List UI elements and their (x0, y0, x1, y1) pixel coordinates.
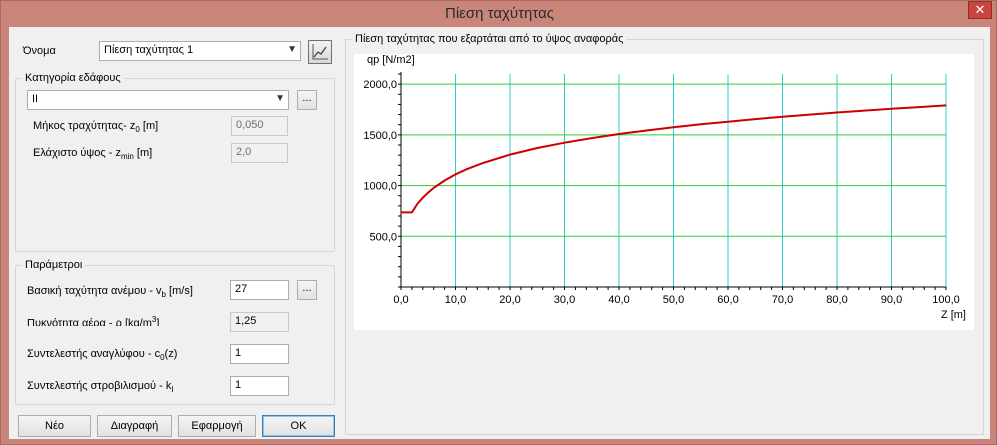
x-tick-label: 100,0 (932, 294, 960, 306)
data-point (454, 173, 457, 175)
roughness-length-label: Μήκος τραχύτητας- z0 [m] (33, 120, 159, 135)
chevron-down-icon: ▼ (287, 44, 297, 55)
air-density-label: Πυκνότητα αέρα - ρ [kg/m3] (27, 315, 160, 326)
data-point (727, 121, 729, 123)
wind-speed-field[interactable]: 27 (230, 280, 289, 300)
terrain-group: Κατηγορία εδάφους II ▼ ... Μήκος τραχύτη… (15, 72, 335, 252)
parameters-group: Παράμετροι Βασική ταχύτητα ανέμου - vb [… (15, 259, 335, 405)
x-tick-label: 40,0 (608, 294, 629, 306)
data-point (422, 197, 424, 199)
name-select[interactable]: Πίεση ταχύτητας 1 ▼ (99, 41, 301, 61)
wind-speed-browse-button[interactable]: ... (297, 280, 317, 300)
turbulence-factor-field[interactable]: 1 (230, 376, 289, 396)
orography-factor-field[interactable]: 1 (230, 344, 289, 364)
data-point (781, 116, 784, 118)
title-bar[interactable]: Πίεση ταχύτητας ✕ (1, 1, 997, 27)
ok-button[interactable]: OK (262, 415, 335, 437)
name-select-value: Πίεση ταχύτητας 1 (104, 44, 194, 56)
x-tick-label: 90,0 (881, 294, 902, 306)
x-tick-label: 0,0 (393, 294, 408, 306)
new-button[interactable]: Νέο (18, 415, 91, 437)
data-point (465, 168, 467, 170)
data-point (754, 118, 756, 120)
parameters-group-legend: Παράμετροι (22, 259, 86, 271)
dialog-client-area: Όνομα Πίεση ταχύτητας 1 ▼ Κατηγορία εδάφ… (9, 27, 990, 439)
y-tick-label: 1500,0 (363, 130, 397, 142)
x-tick-label: 80,0 (826, 294, 847, 306)
data-point (672, 126, 675, 128)
data-point (427, 191, 429, 194)
min-height-label: Ελάχιστο ύψος - zmin [m] (33, 147, 153, 162)
y-tick-label: 500,0 (369, 231, 397, 243)
min-height-field: 2,0 (231, 143, 288, 163)
data-point (809, 114, 811, 116)
show-chart-button[interactable] (308, 40, 332, 64)
data-point (563, 142, 566, 144)
chart-area: 500,0 1000,0 1500,0 2000,0 0,0 10,0 20,0 30,0 40… (354, 54, 974, 330)
wind-speed-label: Βασική ταχύτητα ανέμου - vb [m/s] (27, 285, 193, 300)
terrain-group-legend: Κατηγορία εδάφους (22, 72, 124, 84)
data-point (400, 211, 402, 213)
y-tick-label: 2000,0 (363, 79, 397, 91)
data-point (433, 187, 435, 189)
data-point (945, 104, 947, 106)
roughness-length-field: 0,050 (231, 116, 288, 136)
close-button[interactable]: ✕ (968, 1, 992, 19)
chart-panel: Πίεση ταχύτητας που εξαρτάται από το ύψο… (345, 33, 984, 435)
data-point (509, 154, 511, 156)
x-tick-label: 20,0 (499, 294, 520, 306)
x-tick-label: 10,0 (445, 294, 466, 306)
air-density-field: 1,25 (230, 312, 289, 332)
data-point (416, 203, 418, 205)
data-point (645, 129, 647, 132)
orography-factor-label: Συντελεστής αναγλύφου - c0(z) (27, 348, 178, 363)
turbulence-factor-label: Συντελεστής στροβιλισμού - kI (27, 380, 174, 395)
x-axis-title: Z [m] (941, 309, 966, 321)
data-point (918, 106, 920, 108)
data-point (836, 111, 838, 114)
chevron-down-icon: ▼ (275, 93, 285, 104)
window-title: Πίεση ταχύτητας (445, 5, 554, 22)
terrain-browse-button[interactable]: ... (297, 90, 317, 110)
data-point (536, 147, 538, 149)
data-point (482, 162, 484, 164)
y-tick-label: 1000,0 (363, 181, 397, 193)
terrain-category-value: II (32, 93, 39, 105)
apply-button[interactable]: Εφαρμογή (178, 415, 256, 437)
data-point (700, 123, 702, 125)
line-chart-icon (312, 44, 328, 60)
x-tick-label: 70,0 (772, 294, 793, 306)
y-axis-title: qp [N/m2] (367, 54, 415, 66)
chart-panel-legend: Πίεση ταχύτητας που εξαρτάται από το ύψο… (352, 33, 627, 45)
data-point (890, 108, 893, 110)
name-label: Όνομα (23, 45, 56, 57)
x-tick-label: 60,0 (717, 294, 738, 306)
data-point (411, 211, 413, 213)
dialog-window: Πίεση ταχύτητας ✕ Όνομα Πίεση ταχύτητας … (0, 0, 997, 445)
terrain-category-select[interactable]: II ▼ (27, 90, 289, 110)
data-point (618, 133, 620, 135)
data-point (444, 179, 446, 182)
x-tick-label: 30,0 (554, 294, 575, 306)
data-point (591, 137, 593, 139)
delete-button[interactable]: Διαγραφή (97, 415, 172, 437)
x-tick-label: 50,0 (663, 294, 684, 306)
velocity-pressure-chart: 500,0 1000,0 1500,0 2000,0 0,0 10,0 20,0 30,0 40… (363, 54, 966, 321)
data-point (863, 110, 865, 112)
